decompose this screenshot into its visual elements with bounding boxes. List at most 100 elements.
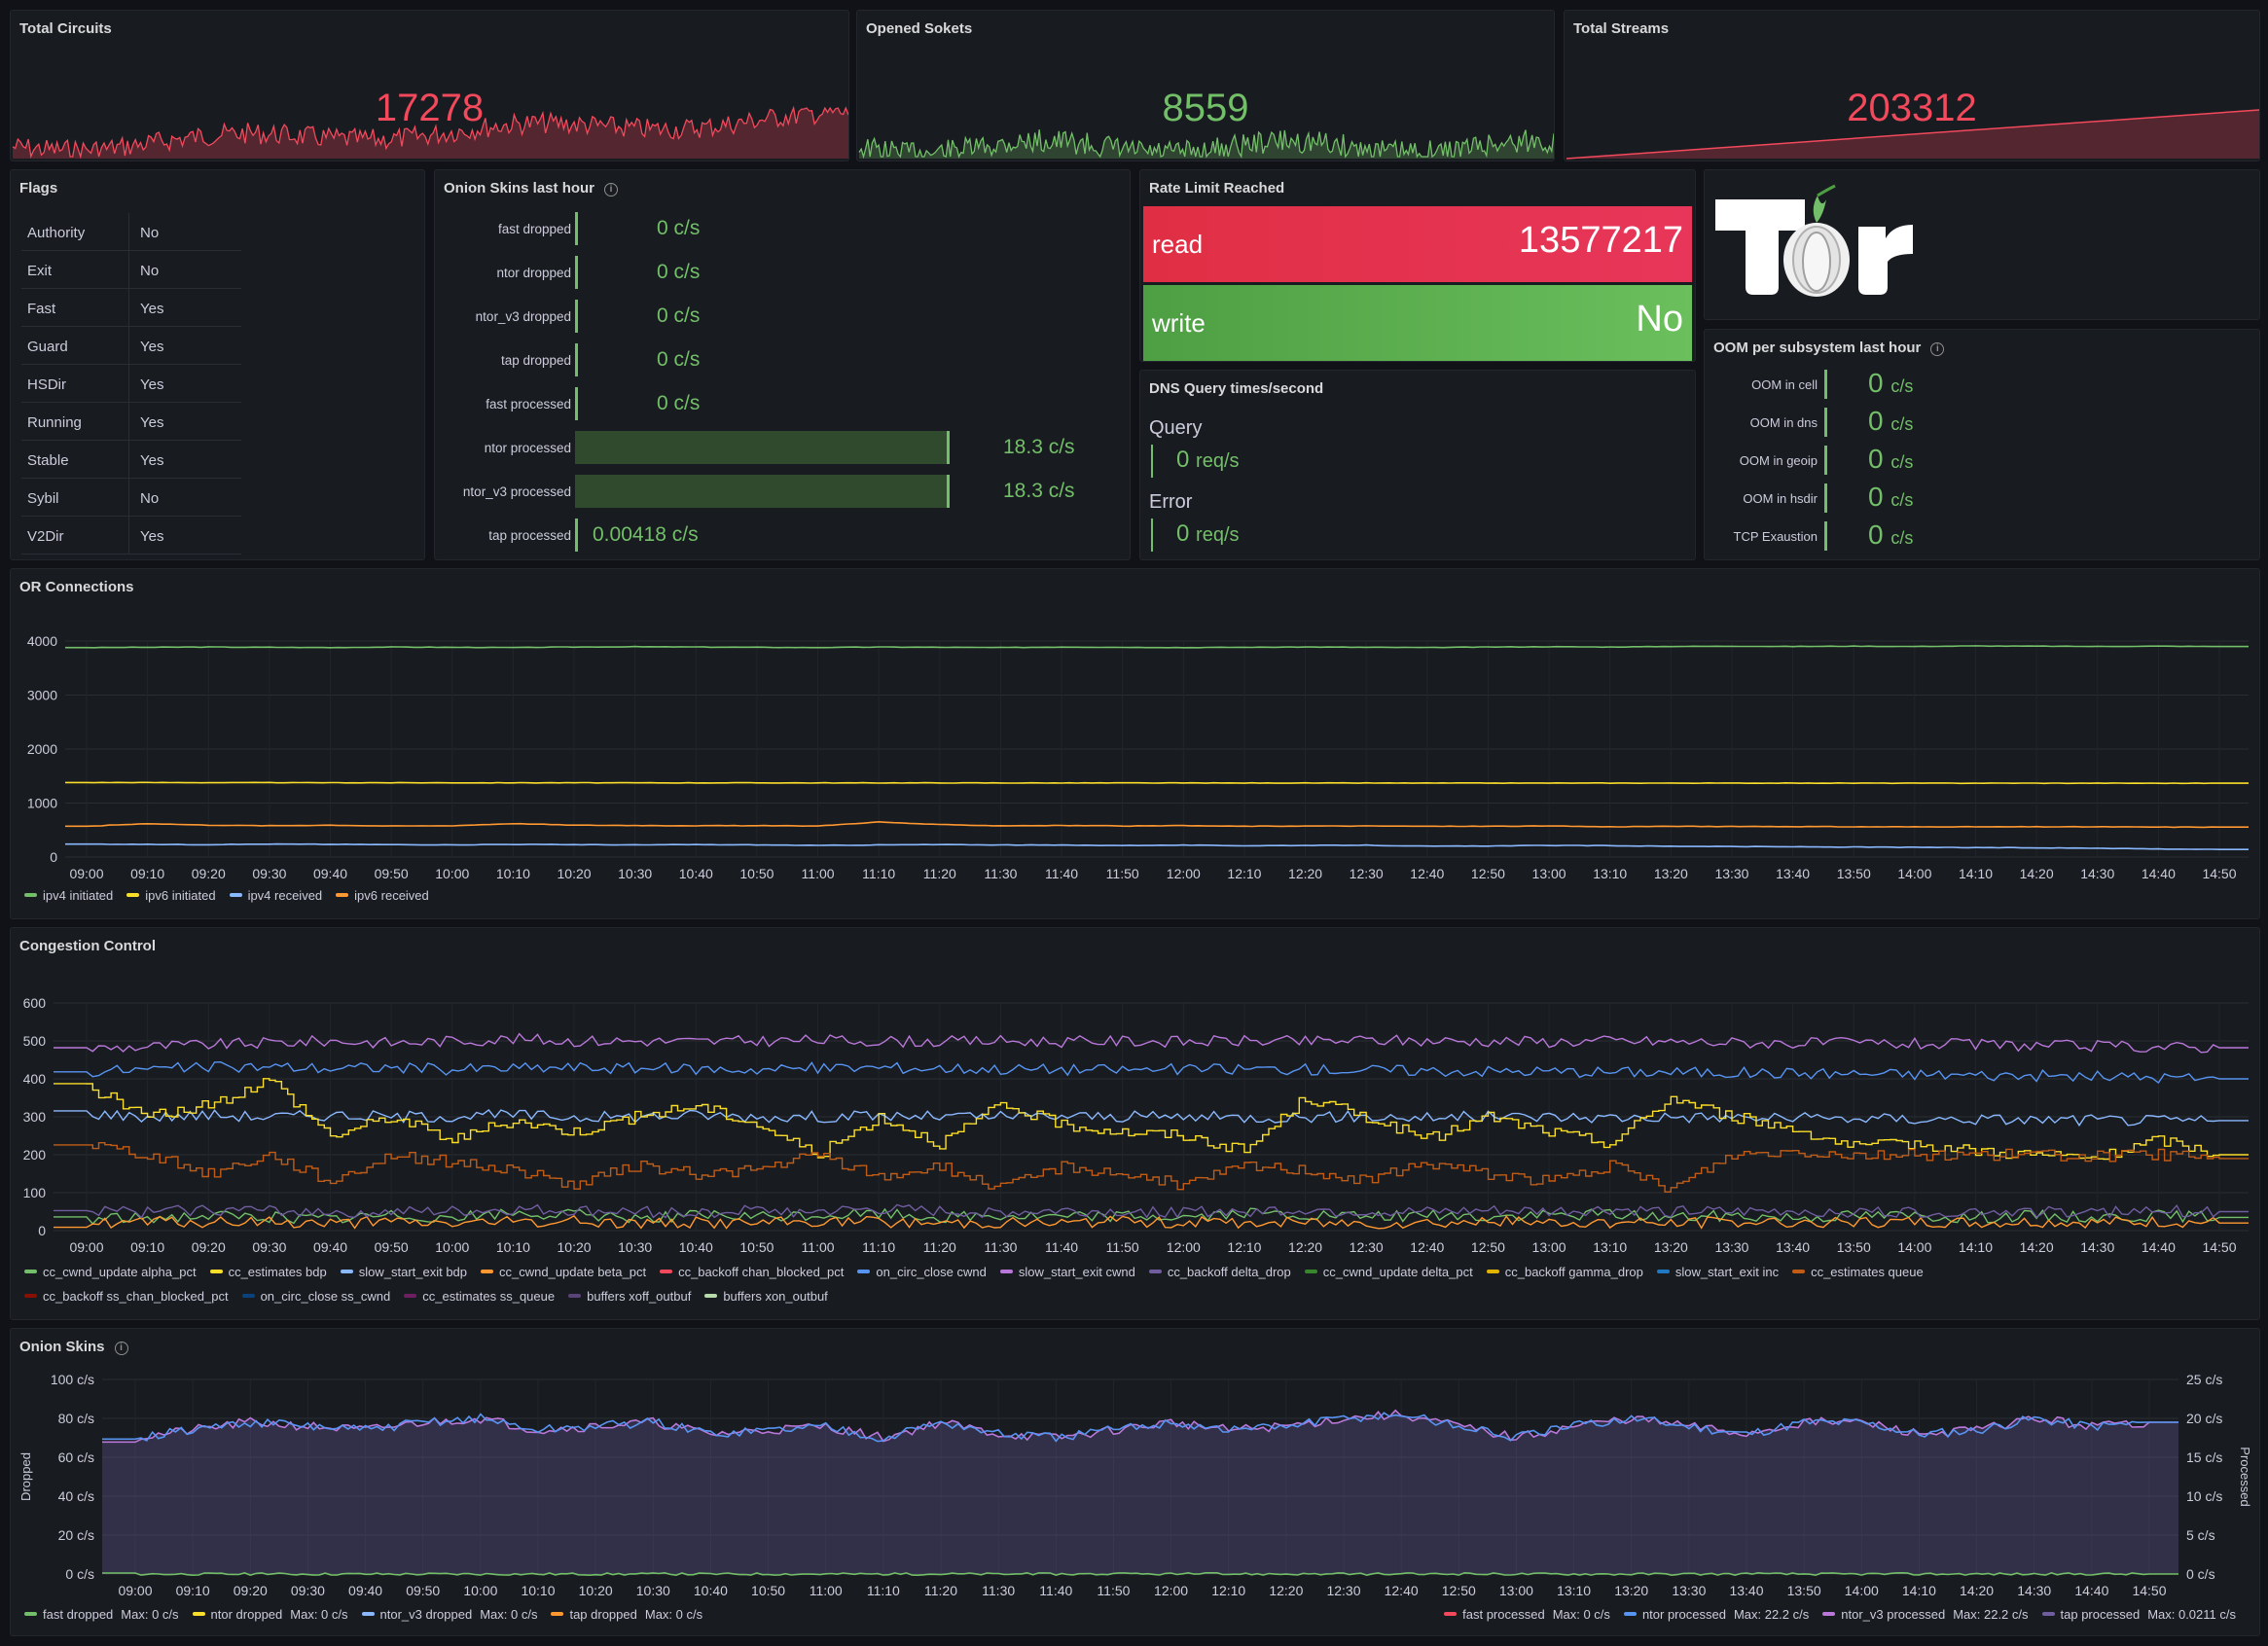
legend-item[interactable]: cc_cwnd_update alpha_pct <box>24 1265 197 1279</box>
legend-item[interactable]: slow_start_exit cwnd <box>999 1265 1135 1279</box>
legend-label: ntor_v3 processed <box>1841 1607 1946 1622</box>
flag-name: Authority <box>27 225 86 241</box>
legend-item[interactable]: cc_estimates ss_queue <box>404 1289 555 1304</box>
bargauge-label: ntor_v3 processed <box>462 484 571 499</box>
legend-item[interactable]: cc_backoff gamma_drop <box>1486 1265 1643 1279</box>
x-tick-label: 12:30 <box>1350 1239 1384 1255</box>
x-tick-label: 13:40 <box>1776 866 1810 881</box>
legend-item[interactable]: fast processed Max: 0 c/s <box>1444 1607 1610 1622</box>
bargauge-value: 0 c/s <box>657 348 701 371</box>
x-tick-label: 10:40 <box>679 1239 713 1255</box>
x-tick-label: 12:40 <box>1410 1239 1444 1255</box>
legend-label: buffers xon_outbuf <box>723 1289 828 1304</box>
or-connections-panel[interactable]: OR Connections 0 1000 2000 3000 4000 09:00 09:… <box>10 568 2260 919</box>
info-icon[interactable]: i <box>1930 342 1945 356</box>
x-tick-label: 09:10 <box>130 866 164 881</box>
legend-item[interactable]: cc_backoff ss_chan_blocked_pct <box>24 1289 229 1304</box>
legend-item[interactable]: ntor dropped Max: 0 c/s <box>192 1607 348 1622</box>
legend-item[interactable]: ntor processed Max: 22.2 c/s <box>1623 1607 1810 1622</box>
flag-value: Yes <box>140 414 164 431</box>
x-tick-label: 14:10 <box>1902 1583 1936 1598</box>
onion-skins-panel[interactable]: Onion Skins i 0 c/s 20 c/s 40 c/s 60 c/s 80 c… <box>10 1328 2260 1636</box>
panel-title: Flags <box>19 180 58 197</box>
legend-item[interactable]: cc_cwnd_update delta_pct <box>1304 1265 1473 1279</box>
congestion-control-panel[interactable]: Congestion Control 0 100 200 300 400 500 600 09… <box>10 927 2260 1320</box>
total-streams-panel[interactable]: Total Streams 203312 <box>1564 10 2260 161</box>
x-tick-label: 12:30 <box>1350 866 1384 881</box>
legend-item[interactable]: tap processed Max: 0.0211 c/s <box>2041 1607 2236 1622</box>
oom-unit: c/s <box>1890 528 1914 548</box>
oom-panel[interactable]: OOM per subsystem last hour i OOM in cell… <box>1704 329 2260 560</box>
legend-item[interactable]: ntor_v3 processed Max: 22.2 c/s <box>1822 1607 2029 1622</box>
legend-label: ntor processed <box>1641 1607 1726 1622</box>
legend-item[interactable]: cc_backoff delta_drop <box>1148 1265 1291 1279</box>
legend-item[interactable]: ipv6 initiated <box>126 888 216 903</box>
dns-panel[interactable]: DNS Query times/second Query 0 req/s Err… <box>1139 370 1696 560</box>
x-tick-label: 13:40 <box>1729 1583 1763 1598</box>
legend-item[interactable]: on_circ_close cwnd <box>857 1265 987 1279</box>
legend-swatch <box>857 1270 871 1273</box>
oom-label: OOM in dns <box>1749 415 1818 430</box>
x-tick-label: 12:40 <box>1385 1583 1419 1598</box>
legend-max: Max: 0 c/s <box>290 1607 348 1622</box>
onion-skins-hour-panel[interactable]: Onion Skins last hour i fast dropped 0 c/s… <box>434 169 1131 560</box>
x-tick-label: 09:30 <box>252 1239 286 1255</box>
legend-item[interactable]: ntor_v3 dropped Max: 0 c/s <box>361 1607 537 1622</box>
flags-panel[interactable]: Flags Authority No Exit No Fast Yes Guard Yes HS… <box>10 169 425 560</box>
oom-number: 0 <box>1868 482 1884 512</box>
x-tick-label: 13:30 <box>1672 1583 1706 1598</box>
legend-item[interactable]: fast dropped Max: 0 c/s <box>24 1607 179 1622</box>
legend-label: buffers xoff_outbuf <box>587 1289 692 1304</box>
y-tick-label: 200 <box>23 1147 47 1163</box>
x-tick-label: 11:10 <box>862 866 895 881</box>
legend-item[interactable]: ipv4 initiated <box>24 888 113 903</box>
bargauge-bar <box>575 256 578 289</box>
legend-item[interactable]: slow_start_exit inc <box>1656 1265 1779 1279</box>
legend-item[interactable]: ipv6 received <box>336 888 429 903</box>
legend-item[interactable]: on_circ_close ss_cwnd <box>241 1289 390 1304</box>
total-circuits-panel[interactable]: Total Circuits 17278 <box>10 10 849 161</box>
legend-item[interactable]: buffers xoff_outbuf <box>568 1289 691 1304</box>
congestion-chart: 0 100 200 300 400 500 600 09:00 09:10 09:20 09:30 0… <box>23 995 2249 1255</box>
x-tick-label: 12:20 <box>1288 866 1322 881</box>
x-tick-label: 10:00 <box>435 866 469 881</box>
bargauge-label: fast dropped <box>497 222 571 236</box>
legend-item[interactable]: cc_backoff chan_blocked_pct <box>660 1265 844 1279</box>
opened-sockets-panel[interactable]: Opened Sokets 8559 <box>856 10 1555 161</box>
panel-title-text: OOM per subsystem last hour <box>1713 340 1922 356</box>
legend-item[interactable]: tap dropped Max: 0 c/s <box>551 1607 702 1622</box>
legend-label: fast processed <box>1462 1607 1545 1622</box>
legend-item[interactable]: buffers xon_outbuf <box>704 1289 828 1304</box>
flag-name: Stable <box>27 452 69 469</box>
legend-item[interactable]: cc_estimates bdp <box>209 1265 327 1279</box>
legend-item[interactable]: slow_start_exit bdp <box>340 1265 467 1279</box>
tor-logo <box>1715 184 1913 297</box>
rate-limit-panel[interactable]: Rate Limit Reached read 13577217 write N… <box>1139 169 1696 362</box>
x-tick-label: 14:40 <box>2142 1239 2176 1255</box>
rate-limit-write-label: write <box>1152 308 1206 338</box>
bargauge-label: tap dropped <box>500 353 571 368</box>
y-tick-label: 40 c/s <box>58 1488 94 1504</box>
legend-swatch <box>361 1612 375 1616</box>
oom-unit: c/s <box>1890 490 1914 510</box>
rate-limit-write: write No <box>1143 285 1692 361</box>
x-tick-label: 14:40 <box>2074 1583 2108 1598</box>
series-line-ipv6-received <box>65 820 2249 829</box>
legend-label: cc_estimates bdp <box>228 1265 327 1279</box>
x-tick-label: 11:20 <box>923 866 956 881</box>
y-tick-label: 400 <box>23 1071 47 1087</box>
flag-value: No <box>140 263 160 279</box>
x-tick-label: 10:30 <box>618 1239 652 1255</box>
x-tick-label: 14:00 <box>1897 1239 1931 1255</box>
legend-swatch <box>1792 1270 1806 1273</box>
x-tick-label: 09:00 <box>118 1583 152 1598</box>
dns-error-bar <box>1151 519 1153 552</box>
legend-item[interactable]: ipv4 received <box>229 888 322 903</box>
legend-item[interactable]: cc_estimates queue <box>1792 1265 1924 1279</box>
legend: cc_cwnd_update alpha_pct cc_estimates bdp… <box>24 1265 1937 1279</box>
legend-max: Max: 22.2 c/s <box>1733 1607 1810 1622</box>
legend-item[interactable]: cc_cwnd_update beta_pct <box>481 1265 646 1279</box>
x-tick-label: 12:10 <box>1211 1583 1245 1598</box>
x-tick-label: 09:10 <box>130 1239 164 1255</box>
info-icon[interactable]: i <box>604 183 619 197</box>
